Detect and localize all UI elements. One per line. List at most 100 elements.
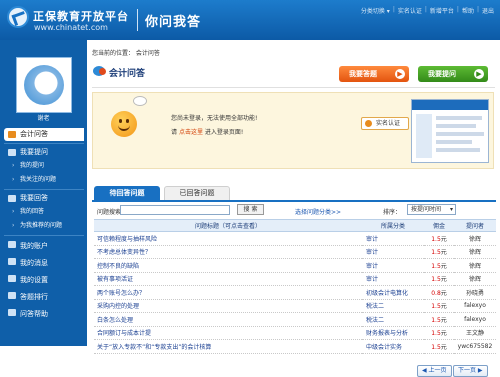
answer-button[interactable]: 我要答题 ▶ — [339, 66, 409, 82]
login-message: 您尚未登录，无法使用全部功能! — [171, 115, 258, 122]
divider — [92, 87, 495, 88]
table-row[interactable]: 两个账号怎么办？ 初级会计电算化 0.8元 孙晓勇 — [94, 285, 496, 300]
next-page-button[interactable]: 下一页 ▶ — [453, 365, 488, 377]
search-input[interactable] — [120, 205, 230, 215]
divider — [4, 143, 84, 144]
ask-button-label: 我要提问 — [428, 70, 456, 78]
answer-button-label: 我要答题 — [349, 70, 377, 78]
realname-auth-button[interactable]: 实名认证 — [361, 117, 409, 130]
new-platform-link[interactable]: 新增平台 — [430, 6, 454, 15]
login-link[interactable]: 点击这里 — [179, 129, 203, 136]
logout-link[interactable]: 退出 — [482, 6, 494, 15]
question-title[interactable]: 被有事项活证 — [94, 272, 362, 286]
reward-unit: 元 — [440, 262, 447, 270]
question-title[interactable]: 合同额订与成本计提 — [94, 326, 362, 340]
reward-unit: 元 — [440, 235, 447, 243]
logo-title[interactable]: 正保教育开放平台 — [33, 8, 129, 24]
section-title: 你问我答 — [145, 15, 202, 30]
question-title[interactable]: 关于“放入专款不”和“专款支出”的会计核算 — [94, 339, 362, 354]
tab-answered[interactable]: 已回答问题 — [164, 186, 230, 201]
reward-amount: 1.5 — [431, 303, 441, 311]
question-asker: 王文静 — [454, 326, 496, 340]
ask-icon — [8, 149, 16, 156]
reward-unit: 元 — [440, 343, 447, 351]
question-category[interactable]: 中级会计实务 — [362, 339, 424, 354]
question-title[interactable]: 两个账号怎么办？ — [94, 285, 362, 300]
question-reward: 1.5元 — [424, 245, 454, 259]
prev-page-button[interactable]: ◀ 上一页 — [417, 365, 452, 377]
prev-page-label: 上一页 — [428, 367, 447, 374]
reward-amount: 0.8 — [431, 289, 441, 297]
login-notice: 您尚未登录，无法使用全部功能! 请 点击这里 进入登录页面! 实名认证 — [92, 92, 494, 169]
ranking-icon — [8, 292, 16, 299]
search-button[interactable]: 搜 索 — [237, 204, 264, 215]
sidebar-item-settings[interactable]: 我的设置 — [4, 272, 84, 289]
sidebar-item-ranking[interactable]: 答题排行 — [4, 289, 84, 306]
question-reward: 1.5元 — [424, 312, 454, 327]
reward-amount: 1.5 — [431, 235, 441, 243]
question-reward: 0.8元 — [424, 285, 454, 300]
table-row[interactable]: 可信赖程度与抽样风险 审计 1.5元 徐辉 — [94, 231, 496, 246]
question-title[interactable]: 白条怎么处理 — [94, 312, 362, 327]
question-category[interactable]: 财务报表与分析 — [362, 326, 424, 340]
question-title[interactable]: 不考虑总体变异性？ — [94, 245, 362, 259]
reward-amount: 1.5 — [431, 262, 441, 270]
question-category[interactable]: 审计 — [362, 258, 424, 273]
question-reward: 1.5元 — [424, 299, 454, 313]
sidebar-item-label: 我的账户 — [20, 242, 48, 250]
reward-amount: 1.5 — [431, 316, 441, 324]
table-row[interactable]: 被有事项活证 审计 1.5元 徐辉 — [94, 272, 496, 286]
table-row[interactable]: 控制不良的缺陷 审计 1.5元 徐辉 — [94, 258, 496, 273]
table-row[interactable]: 不考虑总体变异性？ 审计 1.5元 徐辉 — [94, 245, 496, 259]
realname-link[interactable]: 实名认证 — [398, 6, 422, 15]
sidebar-item-followed[interactable]: 我关注的问题 — [4, 173, 84, 187]
sidebar-item-my-answers[interactable]: 我的回答 — [4, 205, 84, 219]
reward-unit: 元 — [440, 316, 447, 324]
ask-button[interactable]: 我要提问 ▶ — [418, 66, 488, 82]
question-category[interactable]: 初级会计电算化 — [362, 285, 424, 300]
reward-amount: 1.5 — [431, 249, 441, 257]
sort-select[interactable]: 按提问时间 — [407, 204, 456, 215]
reward-unit: 元 — [440, 330, 447, 338]
col-category: 所属分类 — [362, 219, 424, 232]
help-link[interactable]: 帮助 — [462, 6, 474, 15]
sidebar-item-recommended[interactable]: 为我推荐的问题 — [4, 219, 84, 233]
qa-icon — [8, 131, 16, 138]
sort-label: 排序： — [383, 209, 402, 216]
table-row[interactable]: 关于“放入专款不”和“专款支出”的会计核算 中级会计实务 1.5元 ywc675582 — [94, 339, 496, 354]
sidebar-item-my-questions[interactable]: 我的提问 — [4, 159, 84, 173]
sidebar-item-accounting-qa[interactable]: 会计问答 — [4, 128, 84, 141]
question-category[interactable]: 审计 — [362, 272, 424, 286]
question-reward: 1.5元 — [424, 272, 454, 286]
table-row[interactable]: 采购内控的处理 税法二 1.5元 falexyo — [94, 299, 496, 313]
tab-pending[interactable]: 待回答问题 — [94, 186, 160, 201]
sidebar-item-messages[interactable]: 我的消息 — [4, 255, 84, 272]
help-icon — [8, 309, 16, 316]
sidebar-item-ask[interactable]: 我要提问 — [4, 146, 84, 159]
sidebar-item-account[interactable]: 我的账户 — [4, 238, 84, 255]
reward-amount: 1.5 — [431, 343, 441, 351]
table-row[interactable]: 合同额订与成本计提 财务报表与分析 1.5元 王文静 — [94, 326, 496, 340]
category-select-link[interactable]: 选择问题分类>> — [295, 207, 341, 216]
table-row[interactable]: 白条怎么处理 税法二 1.5元 falexyo — [94, 312, 496, 327]
switch-category-link[interactable]: 分类切换 ▾ — [361, 6, 390, 15]
breadcrumb: 您当前的位置： 会计问答 — [92, 50, 160, 57]
question-title[interactable]: 可信赖程度与抽样风险 — [94, 231, 362, 246]
sidebar-item-label: 会计问答 — [20, 130, 48, 138]
reward-unit: 元 — [440, 276, 447, 284]
question-title[interactable]: 采购内控的处理 — [94, 299, 362, 313]
question-title[interactable]: 控制不良的缺陷 — [94, 258, 362, 273]
question-category[interactable]: 审计 — [362, 245, 424, 259]
logo-icon[interactable] — [7, 6, 29, 28]
col-price: 佣金 — [424, 219, 454, 232]
main-content: 您当前的位置： 会计问答 会计问答 我要答题 ▶ 我要提问 ▶ 您尚未登录，无法使用… — [87, 40, 500, 377]
question-asker: 徐辉 — [454, 245, 496, 259]
login-prompt-prefix: 请 — [171, 129, 178, 136]
sidebar-item-answer[interactable]: 我要回答 — [4, 192, 84, 205]
reward-unit: 元 — [440, 289, 447, 297]
sidebar-item-help[interactable]: 问答帮助 — [4, 306, 84, 323]
avatar — [16, 57, 72, 113]
question-category[interactable]: 税法二 — [362, 299, 424, 313]
question-category[interactable]: 税法二 — [362, 312, 424, 327]
question-category[interactable]: 审计 — [362, 231, 424, 246]
